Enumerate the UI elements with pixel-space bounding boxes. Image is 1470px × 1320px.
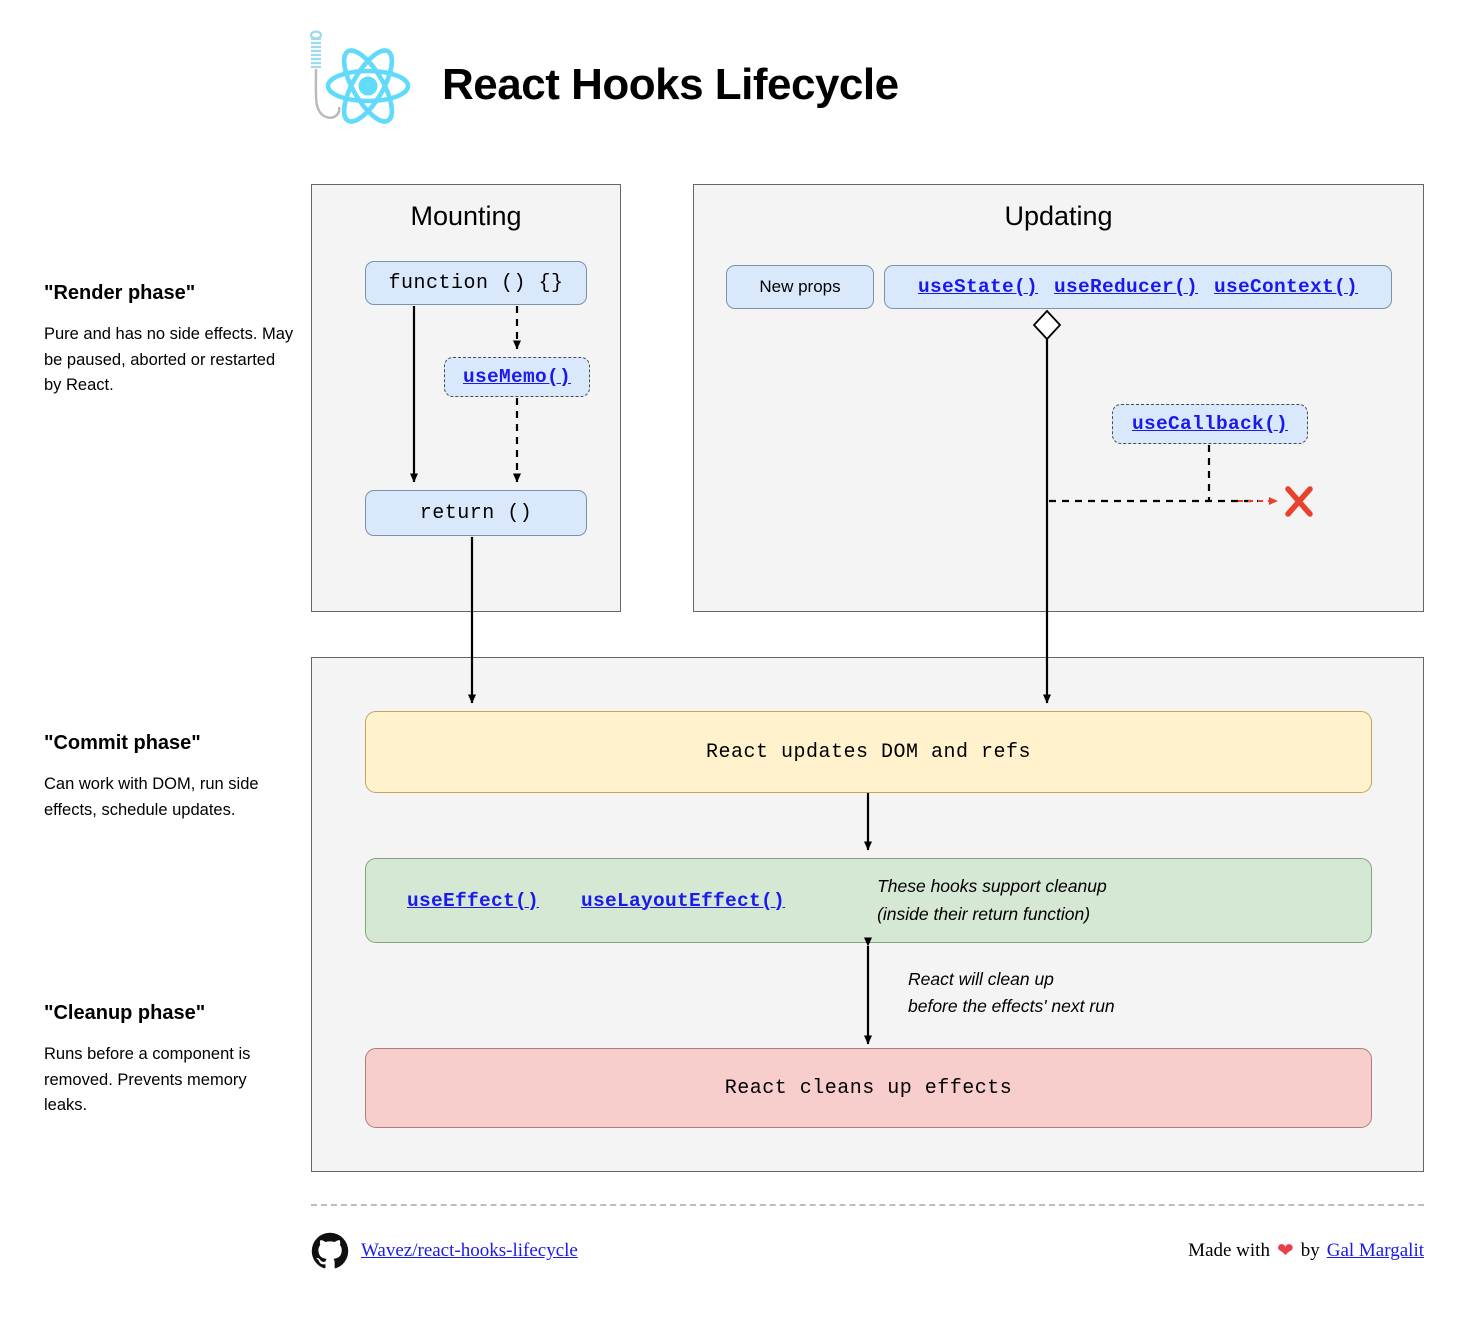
node-react-updates-dom-label: React updates DOM and refs — [705, 740, 1032, 764]
panel-mounting: Mounting — [311, 184, 621, 612]
node-new-props-label: New props — [759, 277, 841, 296]
hook-useeffect[interactable]: useEffect() — [407, 890, 539, 912]
phase-render-body: Pure and has no side effects. May be pau… — [44, 325, 294, 395]
node-usecallback-label[interactable]: useCallback() — [1132, 413, 1288, 435]
phase-commit: "Commit phase" Can work with DOM, run si… — [44, 732, 294, 823]
heart-icon: ❤ — [1276, 1240, 1294, 1262]
cleanup-note: React will clean up before the effects' … — [908, 966, 1115, 1020]
panel-mounting-title: Mounting — [410, 201, 522, 231]
by-label: by — [1300, 1240, 1320, 1261]
node-effect-hooks[interactable]: useEffect() useLayoutEffect() These hook… — [365, 858, 1372, 943]
node-usememo[interactable]: useMemo() — [444, 357, 590, 397]
github-icon — [311, 1232, 349, 1269]
cleanup-note-line-2: before the effects' next run — [908, 996, 1115, 1017]
phase-cleanup-title: "Cleanup phase" — [44, 1002, 206, 1024]
node-function-label: function () {} — [388, 271, 564, 295]
effects-note-line-1: These hooks support cleanup — [877, 876, 1107, 897]
node-react-cleans-up-effects-label: React cleans up effects — [724, 1076, 1013, 1100]
node-react-cleans-up-effects[interactable]: React cleans up effects — [365, 1048, 1372, 1128]
panel-updating: Updating — [693, 184, 1424, 612]
phase-cleanup-body: Runs before a component is removed. Prev… — [44, 1045, 251, 1115]
node-usecallback[interactable]: useCallback() — [1112, 404, 1308, 444]
phase-render-title: "Render phase" — [44, 282, 196, 304]
node-return-label: return () — [419, 501, 533, 525]
hook-usereducer[interactable]: useReducer() — [1054, 276, 1198, 298]
page-header: React Hooks Lifecycle — [300, 25, 1000, 145]
repo-link[interactable]: Wavez/react-hooks-lifecycle — [361, 1240, 578, 1262]
hook-usestate[interactable]: useState() — [918, 276, 1038, 298]
node-new-props[interactable]: New props — [726, 265, 874, 309]
page-title: React Hooks Lifecycle — [442, 60, 899, 109]
hook-uselayouteffect[interactable]: useLayoutEffect() — [581, 890, 785, 912]
hook-usecontext[interactable]: useContext() — [1214, 276, 1358, 298]
phase-render: "Render phase" Pure and has no side effe… — [44, 282, 294, 399]
diagram-canvas: React Hooks Lifecycle "Render phase" Pur… — [0, 0, 1470, 1320]
footer-repo[interactable]: Wavez/react-hooks-lifecycle — [311, 1232, 578, 1270]
node-state-hooks[interactable]: useState() useReducer() useContext() — [884, 265, 1392, 309]
footer-divider — [311, 1204, 1424, 1206]
phase-commit-body: Can work with DOM, run side effects, sch… — [44, 775, 259, 819]
node-react-updates-dom[interactable]: React updates DOM and refs — [365, 711, 1372, 793]
made-with-label: Made with — [1188, 1240, 1270, 1261]
react-atom-hook-logo-icon — [300, 26, 420, 144]
author-link[interactable]: Gal Margalit — [1327, 1240, 1424, 1262]
node-usememo-label[interactable]: useMemo() — [463, 366, 571, 388]
phase-commit-title: "Commit phase" — [44, 732, 201, 754]
cleanup-note-line-1: React will clean up — [908, 969, 1054, 989]
footer-credit: Made with ❤ by Gal Margalit — [1188, 1240, 1424, 1262]
panel-updating-title: Updating — [1004, 201, 1113, 231]
node-return[interactable]: return () — [365, 490, 587, 536]
effects-note-line-2: (inside their return function) — [877, 903, 1091, 924]
phase-cleanup: "Cleanup phase" Runs before a component … — [44, 1002, 294, 1119]
node-function[interactable]: function () {} — [365, 261, 587, 305]
